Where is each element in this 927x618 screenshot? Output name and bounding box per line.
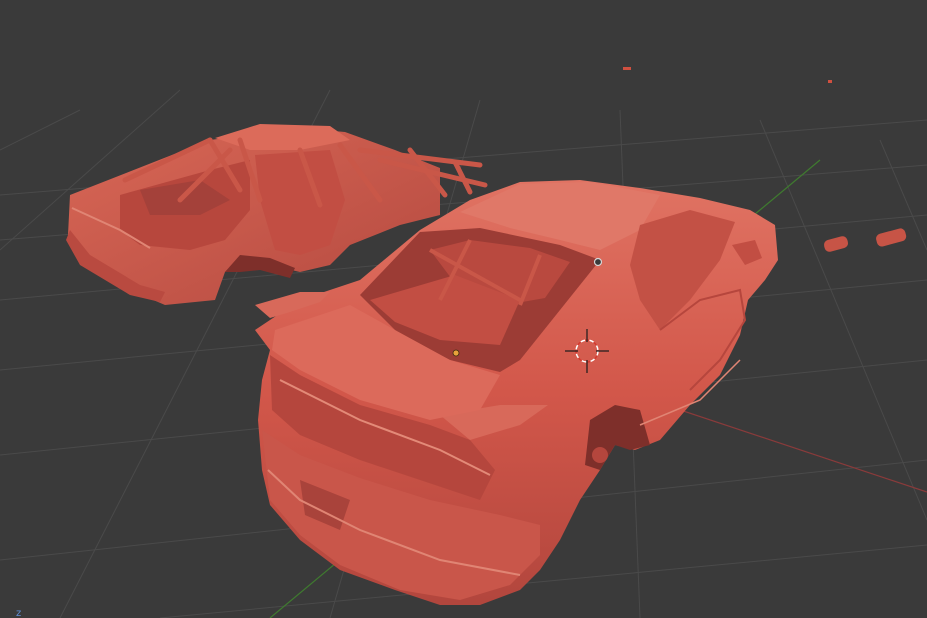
light-icon[interactable] <box>593 257 603 267</box>
light-helper[interactable] <box>623 67 631 70</box>
3d-viewport[interactable]: z <box>0 0 927 618</box>
axis-gizmo-label: z <box>16 608 21 618</box>
empty-helper[interactable] <box>828 80 832 83</box>
object-origin-icon[interactable] <box>452 349 460 357</box>
